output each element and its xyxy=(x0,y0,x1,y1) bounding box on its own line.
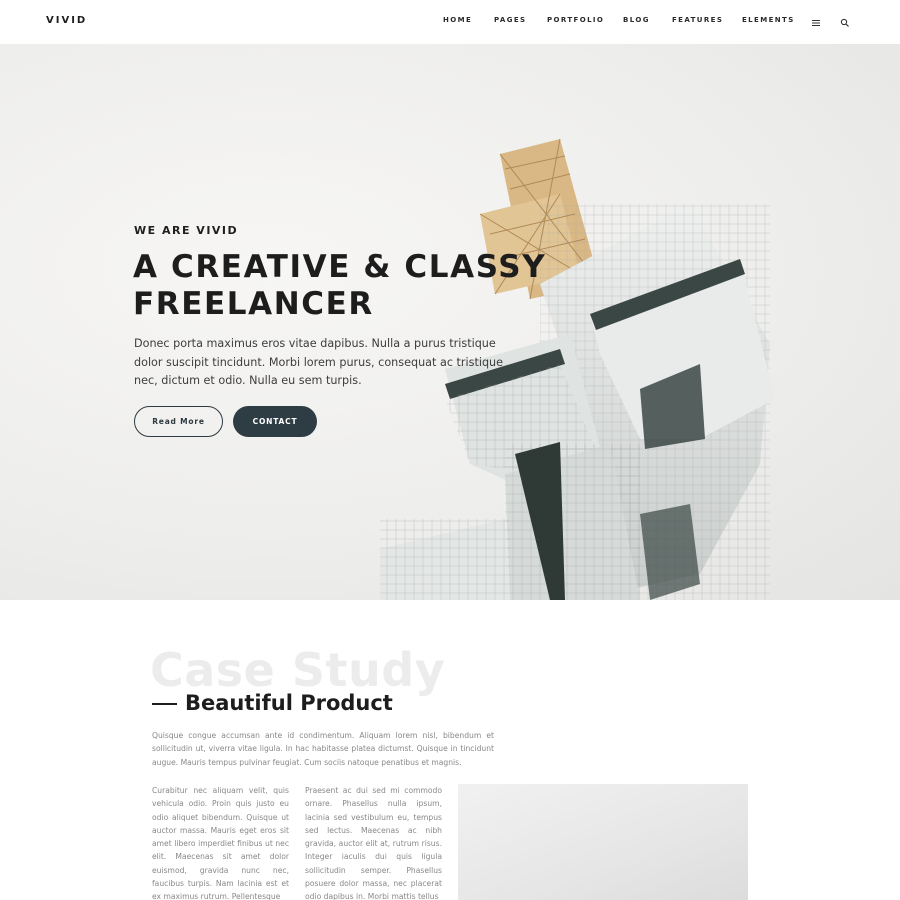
case-study-title: Beautiful Product xyxy=(185,691,393,715)
search-icon[interactable] xyxy=(839,14,851,27)
contact-button[interactable]: CONTACT xyxy=(233,406,317,437)
nav-pages[interactable]: PAGES xyxy=(494,16,526,24)
nav-blog[interactable]: BLOG xyxy=(623,16,650,24)
case-study-intro: Quisque congue accumsan ante id condimen… xyxy=(152,731,494,767)
hero-title-line-1: A CREATIVE & CLASSY xyxy=(133,249,547,285)
hero-title: A CREATIVE & CLASSY FREELANCER xyxy=(133,249,553,323)
hero-description: Donec porta maximus eros vitae dapibus. … xyxy=(134,337,504,387)
nav-elements[interactable]: ELEMENTS xyxy=(742,16,795,24)
hero-title-line-2: FREELANCER xyxy=(133,286,374,322)
nav-portfolio[interactable]: PORTFOLIO xyxy=(547,16,604,24)
case-study-column-1: Curabitur nec aliquam velit, quis vehicu… xyxy=(152,786,289,900)
read-more-button[interactable]: Read More xyxy=(134,406,223,437)
hero-section: WE ARE VIVID A CREATIVE & CLASSY FREELAN… xyxy=(0,44,900,600)
site-header: VIVID HOME PAGES PORTFOLIO BLOG FEATURES… xyxy=(0,0,900,44)
menu-icon[interactable] xyxy=(810,14,822,26)
nav-home[interactable]: HOME xyxy=(443,16,472,24)
logo[interactable]: VIVID xyxy=(46,15,87,26)
case-study-image xyxy=(458,784,748,900)
case-study-background-title: Case Study xyxy=(150,643,446,697)
case-study-column-2: Praesent ac dui sed mi commodo ornare. P… xyxy=(305,786,442,900)
nav-features[interactable]: FEATURES xyxy=(672,16,723,24)
title-divider xyxy=(152,703,177,705)
hero-eyebrow: WE ARE VIVID xyxy=(134,224,239,237)
